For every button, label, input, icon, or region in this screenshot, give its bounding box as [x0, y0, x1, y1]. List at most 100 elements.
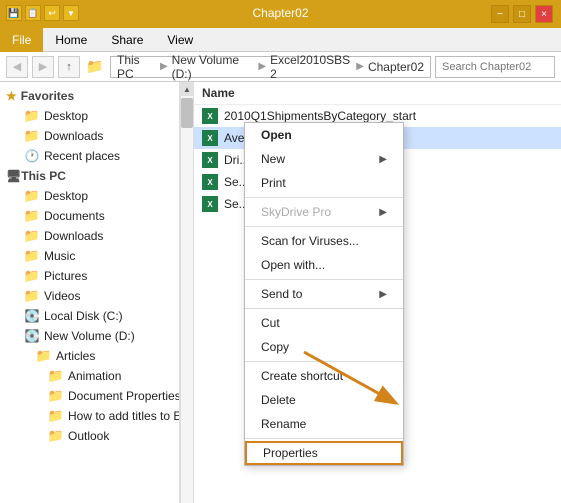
folder-icon: 📁	[48, 368, 64, 384]
up-button[interactable]: ↑	[58, 56, 80, 78]
sidebar-item-localdisk[interactable]: 💽 Local Disk (C:)	[0, 306, 179, 326]
ctx-divider	[245, 438, 403, 439]
folder-icon: 📁	[84, 56, 106, 78]
path-sep-2: ▶	[258, 61, 266, 72]
qa-copy-icon[interactable]: 📋	[25, 5, 41, 21]
sidebar-item-articles[interactable]: 📁 Articles	[0, 346, 179, 366]
address-bar: ◀ ▶ ↑ 📁 This PC ▶ New Volume (D:) ▶ Exce…	[0, 52, 561, 82]
qa-dropdown-icon[interactable]: ▼	[63, 5, 79, 21]
ctx-skydrive[interactable]: SkyDrive Pro ▶	[245, 200, 403, 224]
forward-button[interactable]: ▶	[32, 56, 54, 78]
file-name: 2010Q1ShipmentsByCategory_start	[224, 109, 416, 123]
ctx-cut[interactable]: Cut	[245, 311, 403, 335]
tab-share[interactable]: Share	[99, 28, 155, 52]
folder-icon: 📁	[24, 208, 40, 224]
scroll-up-arrow[interactable]: ▲	[180, 82, 194, 96]
sidebar-label-downloads-fav: Downloads	[44, 129, 103, 143]
submenu-arrow: ▶	[379, 289, 387, 300]
sidebar-label-newvolume: New Volume (D:)	[44, 329, 135, 343]
folder-icon: 📁	[24, 108, 40, 124]
sidebar-item-desktop-fav[interactable]: 📁 Desktop	[0, 106, 179, 126]
ctx-divider	[245, 279, 403, 280]
qa-save-icon[interactable]: 💾	[6, 5, 22, 21]
folder-icon: 📁	[24, 288, 40, 304]
sidebar-item-docprops[interactable]: 📁 Document Properties in Excel	[0, 386, 179, 406]
main-layout: ★ Favorites 📁 Desktop 📁 Downloads 🕐 Rece…	[0, 82, 561, 503]
ctx-divider	[245, 361, 403, 362]
sidebar-item-downloads[interactable]: 📁 Downloads	[0, 226, 179, 246]
search-input[interactable]	[435, 56, 555, 78]
sidebar-label-pictures: Pictures	[44, 269, 87, 283]
sidebar-item-outlook[interactable]: 📁 Outlook	[0, 426, 179, 446]
recent-icon: 🕐	[24, 148, 40, 164]
sidebar-item-desktop[interactable]: 📁 Desktop	[0, 186, 179, 206]
xls-icon: X	[202, 174, 218, 190]
path-sep-1: ▶	[160, 61, 168, 72]
disk-icon: 💽	[24, 308, 40, 324]
sidebar-label-desktop-fav: Desktop	[44, 109, 88, 123]
title-bar: 💾 📋 ↩ ▼ Chapter02 − □ ×	[0, 0, 561, 28]
file-area: Name X 2010Q1ShipmentsByCategory_start X…	[194, 82, 561, 503]
ribbon: File Home Share View	[0, 28, 561, 52]
favorites-section[interactable]: ★ Favorites	[0, 86, 179, 106]
quick-access-toolbar: 💾 📋 ↩ ▼	[6, 5, 79, 21]
sidebar-item-pictures[interactable]: 📁 Pictures	[0, 266, 179, 286]
ctx-rename[interactable]: Rename	[245, 412, 403, 436]
ctx-scan[interactable]: Scan for Viruses...	[245, 229, 403, 253]
back-button[interactable]: ◀	[6, 56, 28, 78]
star-icon: ★	[6, 89, 17, 103]
qa-undo-icon[interactable]: ↩	[44, 5, 60, 21]
favorites-label: Favorites	[21, 89, 74, 103]
tab-view[interactable]: View	[155, 28, 205, 52]
ctx-copy[interactable]: Copy	[245, 335, 403, 359]
sidebar-item-newvolume[interactable]: 💽 New Volume (D:)	[0, 326, 179, 346]
sidebar-label-desktop: Desktop	[44, 189, 88, 203]
ctx-new[interactable]: New ▶	[245, 147, 403, 171]
path-part-newvol: New Volume (D:)	[172, 53, 255, 81]
sidebar-item-videos[interactable]: 📁 Videos	[0, 286, 179, 306]
ctx-print[interactable]: Print	[245, 171, 403, 195]
maximize-button[interactable]: □	[513, 5, 531, 23]
sidebar-label-docprops: Document Properties in Excel	[68, 389, 180, 403]
ctx-divider	[245, 226, 403, 227]
path-part-chapter: Chapter02	[368, 60, 424, 74]
sidebar-label-downloads: Downloads	[44, 229, 103, 243]
minimize-button[interactable]: −	[491, 5, 509, 23]
context-menu: Open New ▶ Print SkyDrive Pro ▶ Scan for…	[244, 122, 404, 466]
sidebar-label-articles: Articles	[56, 349, 95, 363]
ctx-properties[interactable]: Properties	[245, 441, 403, 465]
xls-icon: X	[202, 130, 218, 146]
ctx-sendto[interactable]: Send to ▶	[245, 282, 403, 306]
scroll-thumb[interactable]	[181, 98, 193, 128]
xls-icon: X	[202, 196, 218, 212]
tab-home[interactable]: Home	[43, 28, 99, 52]
folder-icon: 📁	[36, 348, 52, 364]
folder-icon: 📁	[24, 228, 40, 244]
sidebar-label-howtoadd: How to add titles to Excel charts	[68, 409, 180, 423]
sidebar-item-howtoadd[interactable]: 📁 How to add titles to Excel charts	[0, 406, 179, 426]
sidebar-item-recentplaces[interactable]: 🕐 Recent places	[0, 146, 179, 166]
sidebar-item-music[interactable]: 📁 Music	[0, 246, 179, 266]
submenu-arrow: ▶	[379, 207, 387, 218]
sidebar-label-recentplaces: Recent places	[44, 149, 120, 163]
address-path[interactable]: This PC ▶ New Volume (D:) ▶ Excel2010SBS…	[110, 56, 431, 78]
sidebar-label-outlook: Outlook	[68, 429, 109, 443]
folder-icon: 📁	[48, 428, 64, 444]
ctx-delete[interactable]: Delete	[245, 388, 403, 412]
ctx-divider	[245, 308, 403, 309]
sidebar-item-downloads-fav[interactable]: 📁 Downloads	[0, 126, 179, 146]
ctx-open[interactable]: Open	[245, 123, 403, 147]
sidebar-scrollbar[interactable]: ▲	[180, 82, 194, 503]
tab-file[interactable]: File	[0, 28, 43, 52]
folder-icon: 📁	[24, 268, 40, 284]
ctx-openwith[interactable]: Open with...	[245, 253, 403, 277]
folder-icon: 📁	[48, 388, 64, 404]
ctx-divider	[245, 197, 403, 198]
sidebar-item-documents[interactable]: 📁 Documents	[0, 206, 179, 226]
sidebar-item-animation[interactable]: 📁 Animation	[0, 366, 179, 386]
close-button[interactable]: ×	[535, 5, 553, 23]
thispc-section[interactable]: 🖥 This PC	[0, 166, 179, 186]
file-list-header: Name	[194, 82, 561, 105]
ctx-createshortcut[interactable]: Create shortcut	[245, 364, 403, 388]
submenu-arrow: ▶	[379, 154, 387, 165]
